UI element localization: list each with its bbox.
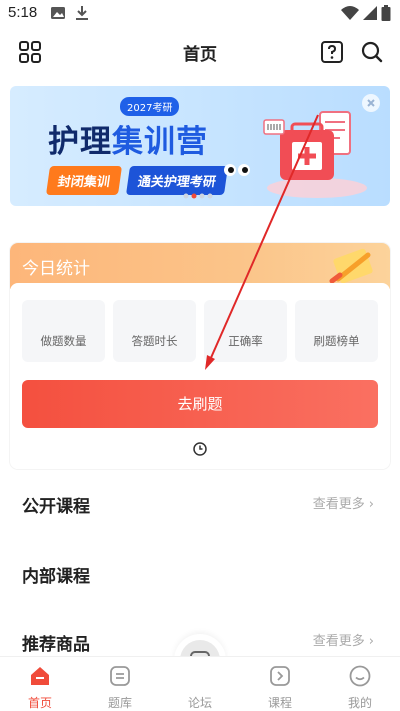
metric-answer-time[interactable]: 答题时长 — [113, 300, 196, 362]
nav-courses[interactable]: 课程 — [250, 659, 310, 711]
pencil-notebook-icon — [329, 248, 373, 284]
see-more-label: 查看更多 — [312, 497, 365, 512]
medical-kit-illustration — [263, 111, 367, 198]
metric-accuracy[interactable]: 正确率 — [204, 300, 287, 362]
course-play-icon — [270, 666, 290, 686]
today-stats-card: 今日统计 做题数量 答题时长 正确率 刷题榜单 去刷题 — [10, 243, 390, 469]
nav-label: 题库 — [107, 696, 132, 710]
banner-title-part1: 护理 — [48, 124, 112, 160]
banner-tag-pass-exam: 通关护理考研 — [125, 166, 229, 195]
download-icon — [76, 6, 88, 20]
banner-pagination — [183, 193, 213, 199]
see-more-products[interactable]: 查看更多 › — [313, 630, 374, 649]
nav-label: 课程 — [267, 696, 292, 710]
close-icon — [367, 99, 375, 107]
chevron-right-icon: › — [368, 497, 374, 512]
status-bar: 5:18 — [0, 0, 400, 28]
nav-profile[interactable]: 我的 — [330, 659, 390, 711]
section-internal-courses: 内部课程 — [22, 567, 90, 587]
section-public-courses: 公开课程 — [22, 497, 90, 517]
see-more-label: 查看更多 — [312, 634, 365, 649]
signal-icon — [363, 6, 377, 20]
top-app-bar: 首页 — [0, 28, 400, 76]
wifi-icon — [341, 6, 359, 20]
nav-label: 首页 — [27, 696, 52, 710]
promo-banner[interactable]: 2027考研 护理集训营 封闭集训 通关护理考研 — [10, 86, 390, 206]
section-recommended-products: 推荐商品 — [22, 635, 90, 655]
smile-profile-icon — [349, 665, 371, 687]
question-bank-icon — [110, 666, 130, 686]
question-mark-icon[interactable] — [318, 38, 346, 66]
banner-tag-closed-training: 封闭集训 — [45, 166, 123, 195]
metric-leaderboard[interactable]: 刷题榜单 — [295, 300, 378, 362]
nav-forum[interactable]: 论坛 — [170, 659, 230, 711]
nav-home[interactable]: 首页 — [10, 659, 70, 711]
metric-label: 做题数量 — [40, 334, 87, 348]
status-time: 5:18 — [8, 4, 38, 21]
metric-label: 正确率 — [228, 334, 263, 348]
nav-question-bank[interactable]: 题库 — [90, 659, 150, 711]
home-icon — [31, 667, 49, 685]
start-practice-button[interactable]: 去刷题 — [22, 380, 378, 428]
banner-close-button[interactable] — [362, 94, 380, 112]
stats-body: 做题数量 答题时长 正确率 刷题榜单 去刷题 — [10, 283, 390, 469]
stats-title: 今日统计 — [22, 259, 90, 279]
mascot-eyes-icon — [224, 164, 250, 176]
banner-year-badge: 2027考研 — [120, 97, 180, 116]
search-icon[interactable] — [358, 38, 386, 66]
nav-label: 论坛 — [187, 696, 212, 710]
banner-title: 护理集训营 — [48, 116, 208, 161]
gallery-icon — [51, 7, 65, 19]
see-more-public-courses[interactable]: 查看更多 › — [313, 493, 374, 512]
bottom-navigation: 首页 题库 论坛 课程 我的 — [0, 656, 400, 711]
clock-icon — [193, 442, 207, 456]
chevron-right-icon: › — [368, 634, 374, 649]
metric-question-count[interactable]: 做题数量 — [22, 300, 105, 362]
banner-title-part2: 集训营 — [112, 124, 208, 160]
metric-label: 刷题榜单 — [313, 334, 360, 348]
metric-label: 答题时长 — [131, 334, 178, 348]
battery-icon — [381, 5, 391, 21]
nav-label: 我的 — [347, 696, 372, 710]
